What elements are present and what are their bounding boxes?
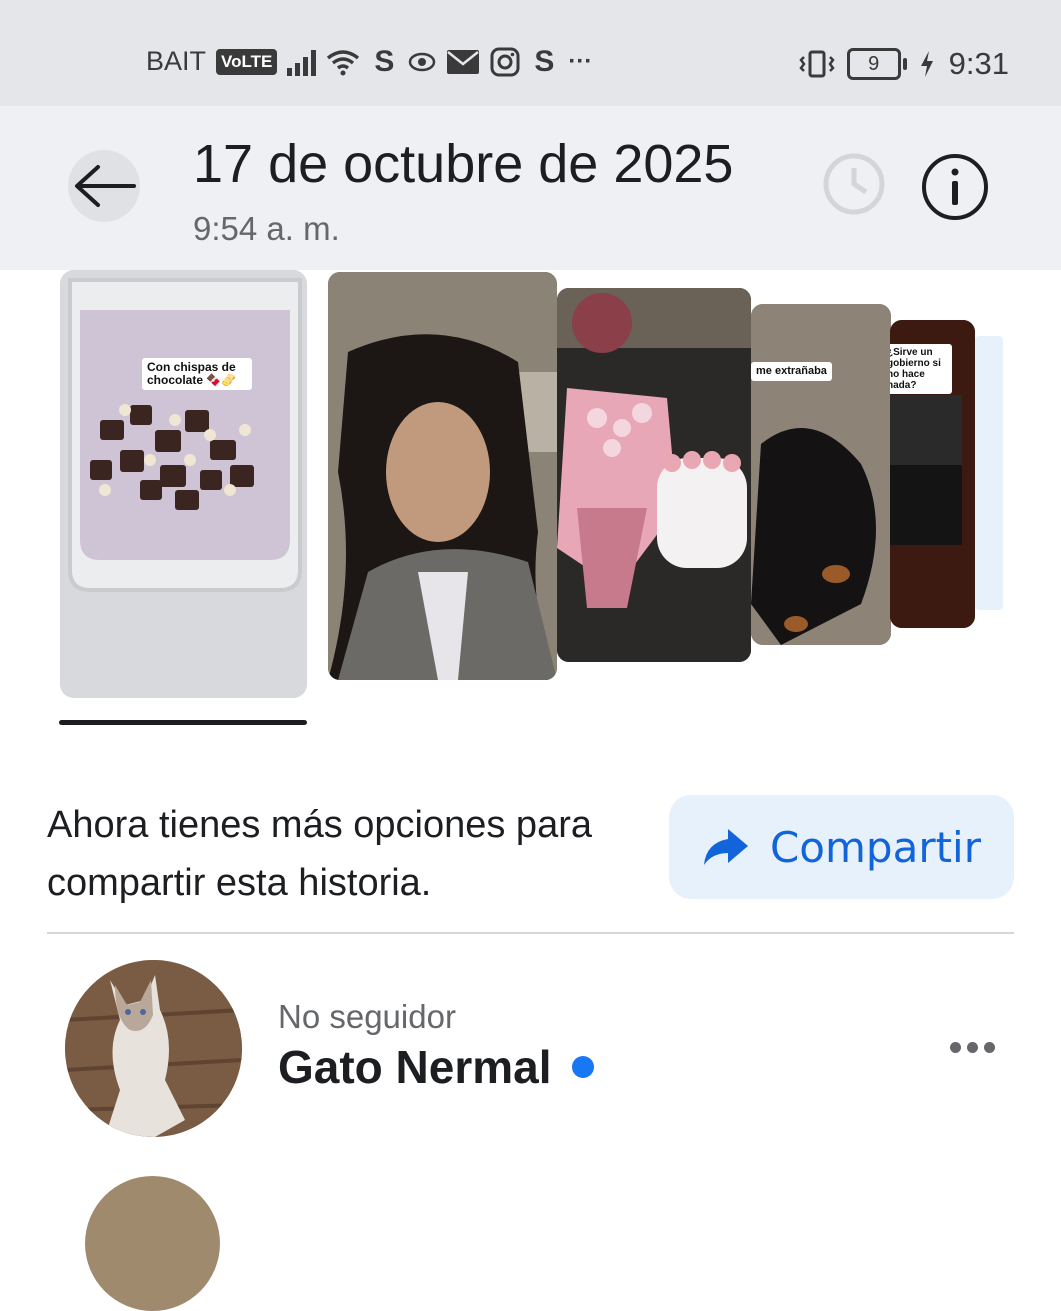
story-thumbnail-6[interactable] (975, 336, 1003, 610)
more-dot-icon (966, 1041, 978, 1053)
flowers-image (557, 288, 751, 662)
divider (47, 932, 1014, 934)
history-icon (823, 153, 885, 215)
battery-icon: 9 (846, 48, 907, 80)
story-4-sticker: me extrañaba (751, 362, 832, 381)
vibrate-icon (799, 50, 835, 78)
carrier-label: BAIT (146, 46, 207, 76)
s-app-icon: S (374, 44, 395, 78)
share-button[interactable]: Compartir (669, 795, 1014, 899)
share-message: Ahora tienes más opciones para compartir… (47, 804, 592, 904)
more-notifications-icon: ··· (568, 47, 593, 75)
dog-image (751, 304, 891, 645)
status-right: 9 9:31 (797, 46, 1009, 82)
story-thumbnail-2[interactable] (328, 272, 557, 680)
instagram-icon (490, 47, 520, 76)
story-thumbnail-4[interactable]: me extrañaba (751, 304, 891, 645)
volte-badge: VoLTE (216, 48, 278, 75)
viewer-name: Gato Nermal (278, 1041, 552, 1093)
story-thumbnail-1[interactable]: Con chispas de chocolate 🍫🫔 (60, 270, 307, 698)
next-viewer-avatar[interactable] (85, 1176, 220, 1311)
yogurt-image (60, 270, 307, 698)
status-bar: BAIT VoLTE S S ··· 9 9:31 (0, 0, 1061, 106)
status-left: BAIT VoLTE S S ··· (146, 44, 593, 78)
story-thumbnail-5[interactable]: ¿Sirve un gobierno si no hace nada? (890, 320, 975, 628)
s-app-icon-2: S (534, 44, 555, 78)
viewer-relation: No seguidor (278, 998, 456, 1035)
eye-icon (409, 52, 436, 71)
cat-avatar-image (65, 960, 242, 1137)
more-dot-icon (949, 1041, 961, 1053)
story-thumbnail-3[interactable] (557, 288, 751, 662)
clock: 9:31 (948, 46, 1009, 81)
info-icon[interactable] (920, 152, 990, 222)
signal-icon (287, 48, 317, 76)
share-arrow-icon (703, 829, 748, 865)
selected-story-indicator (59, 720, 307, 725)
back-button[interactable] (68, 150, 140, 222)
more-options-button[interactable] (940, 1030, 1004, 1064)
story-timestamp: 9:54 a. m. (193, 210, 340, 247)
avatar[interactable] (65, 960, 242, 1137)
charging-icon (920, 51, 933, 77)
mail-icon (447, 49, 480, 74)
page-title: 17 de octubre de 2025 (193, 134, 734, 194)
online-status-dot (571, 1056, 594, 1078)
more-dot-icon (983, 1041, 995, 1053)
wifi-icon (327, 49, 360, 75)
viewer-name-row[interactable]: Gato Nermal (278, 1040, 594, 1094)
share-button-label: Compartir (769, 822, 981, 872)
selfie-image (328, 272, 557, 680)
story-1-sticker: Con chispas de chocolate 🍫🫔 (142, 358, 252, 390)
back-arrow-icon (75, 165, 136, 207)
story-5-sticker: ¿Sirve un gobierno si no hace nada? (890, 344, 952, 394)
